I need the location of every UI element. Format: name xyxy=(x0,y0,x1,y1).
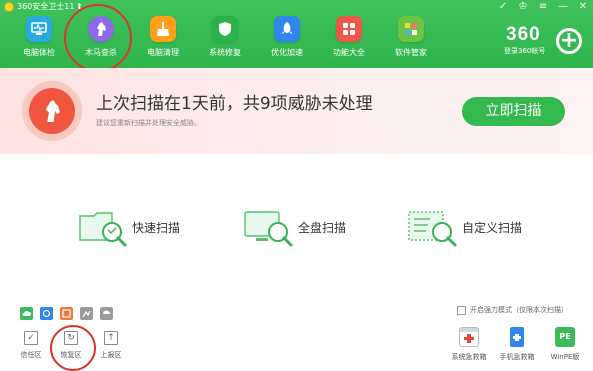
broom-icon xyxy=(150,16,176,42)
ai-engine-icon[interactable] xyxy=(40,307,53,320)
full-scan-option[interactable]: 全盘扫描 xyxy=(244,208,346,248)
system-first-aid-button[interactable]: 系统急救箱 xyxy=(446,327,492,362)
phone-first-aid-icon xyxy=(510,327,524,347)
first-aid-kit-icon xyxy=(459,327,479,347)
forced-mode-checkbox[interactable] xyxy=(457,306,466,315)
phone-first-aid-button[interactable]: 手机急救箱 xyxy=(494,327,540,362)
report-zone-icon: ↑ xyxy=(104,331,118,345)
checklist-scan-icon xyxy=(408,211,457,247)
report-zone-button[interactable]: ↑ 上报区 xyxy=(93,331,129,360)
restore-zone-button[interactable]: ↻ 恢复区 xyxy=(53,331,89,360)
cloud-engine-icon[interactable] xyxy=(20,307,33,320)
app-title: 360安全卫士11 xyxy=(17,2,75,11)
grid-icon xyxy=(336,16,362,42)
shirt-icon[interactable]: ♔ xyxy=(517,1,529,13)
title-bar: 360安全卫士11 ⬆ ✓ ♔ ≡ — ✕ xyxy=(0,0,593,14)
monitor-scan-icon xyxy=(244,211,293,247)
restore-zone-icon: ↻ xyxy=(64,331,78,345)
system-first-aid-label: 系统急救箱 xyxy=(451,353,487,361)
nav-label: 系统修复 xyxy=(209,48,241,57)
up-arrow-icon[interactable]: ⬆ xyxy=(76,1,83,12)
nav-label: 电脑清理 xyxy=(147,48,179,57)
winpe-button[interactable]: PE WinPE版 xyxy=(542,327,588,362)
skin-icon[interactable]: ✓ xyxy=(497,1,509,13)
qvm-engine-icon[interactable] xyxy=(60,307,73,320)
quick-scan-option[interactable]: 快速扫描 xyxy=(78,208,180,248)
main-nav: 电脑体检 木马查杀 电脑清理 系统修复 优化加速 功能大全 软件管家 xyxy=(8,16,442,66)
winpe-icon: PE xyxy=(555,327,575,347)
bitdefender-engine-icon[interactable] xyxy=(100,307,113,320)
nav-item-trojan-scan[interactable]: 木马查杀 xyxy=(70,16,132,66)
nav-label: 优化加速 xyxy=(271,48,303,57)
nav-item-system-repair[interactable]: 系统修复 xyxy=(194,16,256,66)
warning-subtitle: 建议您重新扫描并处理安全威胁。 xyxy=(96,119,201,127)
warning-banner: 上次扫描在1天前，共9项威胁未处理 建议您重新扫描并处理安全威胁。 立即扫描 xyxy=(0,68,593,154)
app-logo-icon xyxy=(4,2,14,12)
apps-icon xyxy=(398,16,424,42)
nav-label: 功能大全 xyxy=(333,48,365,57)
folder-scan-icon xyxy=(79,212,127,247)
warning-title: 上次扫描在1天前，共9项威胁未处理 xyxy=(96,94,373,114)
system-repair-engine-icon[interactable] xyxy=(80,307,93,320)
horse-shield-icon xyxy=(88,16,114,42)
winpe-label: WinPE版 xyxy=(550,353,580,361)
pc-checkup-icon xyxy=(26,16,52,42)
plus-icon[interactable]: + xyxy=(556,28,582,54)
quick-scan-label: 快速扫描 xyxy=(132,221,181,235)
report-zone-label: 上报区 xyxy=(100,351,122,359)
close-icon[interactable]: ✕ xyxy=(577,1,589,13)
custom-scan-option[interactable]: 自定义扫描 xyxy=(408,208,522,248)
trust-zone-button[interactable]: ✓ 信任区 xyxy=(13,331,49,360)
nav-item-optimize[interactable]: 优化加速 xyxy=(256,16,318,66)
nav-label: 电脑体检 xyxy=(23,48,55,57)
forced-mode-label: 开启强力模式（仅限本次扫描） xyxy=(470,306,568,314)
nav-item-pc-cleanup[interactable]: 电脑清理 xyxy=(132,16,194,66)
trust-zone-icon: ✓ xyxy=(24,331,38,345)
brand-360-logo: 360 xyxy=(506,24,541,45)
top-header: 360安全卫士11 ⬆ ✓ ♔ ≡ — ✕ 电脑体检 木马查杀 电脑清理 系统修… xyxy=(0,0,593,68)
horse-warning-icon xyxy=(29,88,75,134)
nav-label: 软件管家 xyxy=(395,48,427,57)
login-link[interactable]: 登录360帐号 xyxy=(504,47,545,56)
rocket-icon xyxy=(274,16,300,42)
nav-label: 木马查杀 xyxy=(85,48,117,57)
minimize-icon[interactable]: — xyxy=(557,1,569,13)
nav-item-all-features[interactable]: 功能大全 xyxy=(318,16,380,66)
trust-zone-label: 信任区 xyxy=(20,351,42,359)
menu-icon[interactable]: ≡ xyxy=(537,1,549,13)
custom-scan-label: 自定义扫描 xyxy=(462,221,523,235)
forced-mode-option[interactable]: 开启强力模式（仅限本次扫描） xyxy=(457,306,568,315)
shield-icon xyxy=(212,16,238,42)
full-scan-label: 全盘扫描 xyxy=(298,221,347,235)
engine-icons xyxy=(20,307,113,320)
restore-zone-label: 恢复区 xyxy=(60,351,82,359)
nav-item-pc-checkup[interactable]: 电脑体检 xyxy=(8,16,70,66)
phone-first-aid-label: 手机急救箱 xyxy=(499,353,535,361)
window-controls: ✓ ♔ ≡ — ✕ xyxy=(497,1,589,13)
scan-now-button[interactable]: 立即扫描 xyxy=(462,97,565,126)
nav-item-software-manager[interactable]: 软件管家 xyxy=(380,16,442,66)
